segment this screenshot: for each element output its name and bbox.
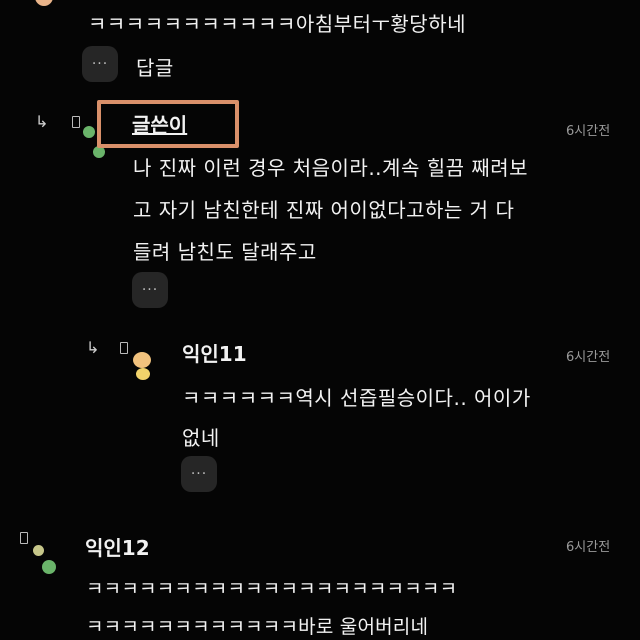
author-line-1: 나 진짜 이런 경우 처음이라..계속 힐끔 째려보 bbox=[133, 156, 529, 180]
reply11-line-2: 없네 bbox=[182, 426, 220, 450]
reply-arrow-icon: ↳ bbox=[35, 112, 49, 131]
avatar-12-a bbox=[33, 545, 44, 556]
avatar-11-top bbox=[133, 352, 151, 368]
avatar-author-top bbox=[83, 126, 95, 138]
avatar-12-b bbox=[42, 560, 56, 574]
comment-top-text: ㅋㅋㅋㅋㅋㅋㅋㅋㅋㅋㅋ아침부터ㅜ황당하네 bbox=[88, 12, 466, 36]
reply11-time: 6시간전 bbox=[566, 350, 611, 365]
more-button-author[interactable]: ··· bbox=[132, 272, 168, 308]
more-button-top[interactable]: ··· bbox=[82, 46, 118, 82]
comment12-time: 6시간전 bbox=[566, 540, 611, 555]
reply11-name[interactable]: 익인11 bbox=[182, 338, 247, 367]
author-time: 6시간전 bbox=[566, 124, 611, 139]
phone-icon-12 bbox=[20, 532, 28, 544]
more-button-11[interactable]: ··· bbox=[181, 456, 217, 492]
more-dots-icon: ··· bbox=[141, 282, 159, 298]
comment12-line-2: ㅋㅋㅋㅋㅋㅋㅋㅋㅋㅋㅋㅋ바로 울어버리네 bbox=[86, 616, 429, 638]
reply-arrow-icon-11: ↳ bbox=[86, 338, 100, 357]
more-dots-icon: ··· bbox=[91, 56, 109, 72]
reply-link[interactable]: 답글 bbox=[136, 52, 174, 81]
phone-icon bbox=[72, 116, 80, 128]
author-name[interactable]: 글쓴이 bbox=[132, 109, 187, 138]
comment12-name[interactable]: 익인12 bbox=[85, 532, 150, 561]
avatar-11-bottom bbox=[136, 368, 150, 380]
avatar-top-partial bbox=[35, 0, 53, 6]
phone-icon-11 bbox=[120, 342, 128, 354]
more-dots-icon: ··· bbox=[190, 466, 208, 482]
comment12-line-1: ㅋㅋㅋㅋㅋㅋㅋㅋㅋㅋㅋㅋㅋㅋㅋㅋㅋㅋㅋㅋㅋ bbox=[86, 578, 458, 600]
author-line-3: 들려 남친도 달래주고 bbox=[133, 240, 317, 264]
reply11-line-1: ㅋㅋㅋㅋㅋㅋ역시 선즙필승이다.. 어이가 bbox=[182, 386, 531, 410]
author-line-2: 고 자기 남친한테 진짜 어이없다고하는 거 다 bbox=[133, 198, 515, 222]
